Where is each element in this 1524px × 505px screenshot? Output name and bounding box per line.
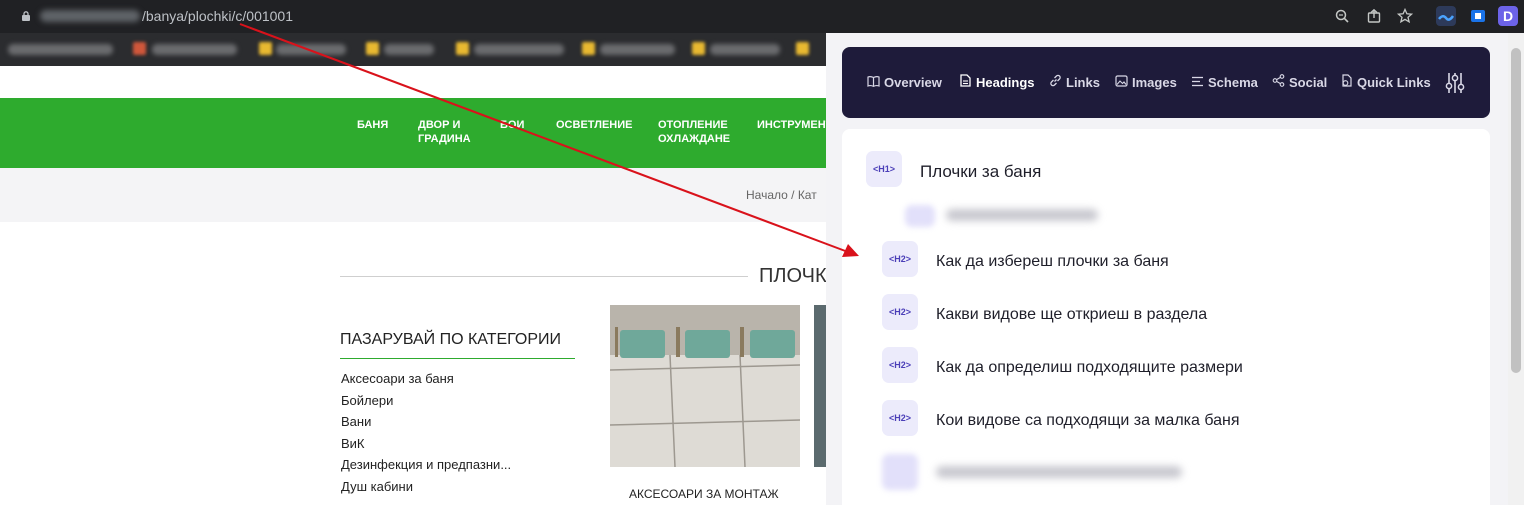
nav-item-dvor[interactable]: ДВОР И ГРАДИНА xyxy=(418,118,508,146)
scrollbar-thumb[interactable] xyxy=(1511,48,1521,373)
tab-label: Links xyxy=(1066,75,1100,90)
tab-label: Social xyxy=(1289,75,1328,90)
heading-tag-h1: <H1> xyxy=(866,151,902,187)
site-nav-bar: БАНЯ ДВОР И ГРАДИНА БОИ ОСВЕТЛЕНИЕ ОТОПЛ… xyxy=(0,98,826,168)
zoom-icon[interactable] xyxy=(1334,8,1350,24)
product-image[interactable] xyxy=(610,305,800,467)
browser-address-bar[interactable]: /banya/plochki/c/001001 D xyxy=(0,0,1524,33)
page-title: ПЛОЧК xyxy=(759,265,827,287)
heading-text-h2[interactable]: Кои видове са подходящи за малка баня xyxy=(936,412,1240,430)
heading-divider xyxy=(340,276,748,277)
image-icon xyxy=(1114,73,1128,93)
heading-tag-h2: <H2> xyxy=(882,400,918,436)
star-icon[interactable] xyxy=(1397,8,1413,24)
tab-headings[interactable]: Headings xyxy=(958,73,1035,93)
bookmark-icon xyxy=(133,42,146,55)
list-icon xyxy=(1190,73,1204,93)
product-name[interactable]: АКСЕСОАРИ ЗА МОНТАЖ xyxy=(629,487,779,501)
categories-list: Аксесоари за баня Бойлери Вани ВиК Дезин… xyxy=(341,371,511,500)
extension-wave-icon[interactable] xyxy=(1436,6,1456,26)
bookmark-blurred[interactable] xyxy=(276,44,346,55)
extension-blue-icon[interactable] xyxy=(1468,6,1488,26)
quick-links-icon xyxy=(1339,73,1353,93)
heading-tag-h2: <H2> xyxy=(882,347,918,383)
tab-label: Schema xyxy=(1208,75,1258,90)
bookmark-icon xyxy=(259,42,272,55)
heading-text-blurred[interactable] xyxy=(936,466,1182,478)
heading-tag-blurred xyxy=(882,454,918,490)
heading-tag-h2: <H2> xyxy=(882,294,918,330)
bookmark-blurred[interactable] xyxy=(152,44,237,55)
lock-icon xyxy=(22,11,30,21)
breadcrumb[interactable]: Начало / Кат xyxy=(746,188,817,202)
tab-images[interactable]: Images xyxy=(1114,73,1177,93)
category-item[interactable]: Душ кабини xyxy=(341,479,511,501)
bookmark-blurred[interactable] xyxy=(384,44,434,55)
bookmark-icon xyxy=(582,42,595,55)
tab-label: Headings xyxy=(976,75,1035,90)
share-nodes-icon xyxy=(1271,73,1285,93)
tab-social[interactable]: Social xyxy=(1271,73,1327,93)
bookmark-blurred[interactable] xyxy=(474,44,564,55)
categories-underline xyxy=(340,358,575,359)
tab-overview[interactable]: Overview xyxy=(866,73,942,93)
tab-label: Overview xyxy=(884,75,942,90)
category-item[interactable]: ВиК xyxy=(341,436,511,458)
heading-text-blurred[interactable] xyxy=(946,209,1098,221)
tab-label: Images xyxy=(1132,75,1177,90)
tab-label: Quick Links xyxy=(1357,75,1431,90)
heading-tag-blurred xyxy=(905,205,935,227)
nav-item-otoplenie[interactable]: ОТОПЛЕНИЕ ОХЛАЖДАНЕ xyxy=(658,118,748,146)
nav-item-instrument[interactable]: ИНСТРУМЕНТ xyxy=(757,118,826,132)
share-icon[interactable] xyxy=(1366,8,1382,24)
category-item[interactable]: Бойлери xyxy=(341,393,511,415)
url-domain-blurred xyxy=(40,10,140,22)
extension-detailed-icon[interactable]: D xyxy=(1498,6,1518,26)
category-item[interactable]: Вани xyxy=(341,414,511,436)
tab-links[interactable]: Links xyxy=(1048,73,1100,93)
bookmarks-bar xyxy=(0,33,826,66)
bookmark-icon xyxy=(692,42,705,55)
bookmark-blurred[interactable] xyxy=(600,44,675,55)
document-icon xyxy=(958,73,972,93)
bookmark-icon xyxy=(456,42,469,55)
url-path[interactable]: /banya/plochki/c/001001 xyxy=(142,8,293,24)
heading-text-h2[interactable]: Как да избереш плочки за баня xyxy=(936,253,1169,271)
breadcrumb-bar: Начало / Кат xyxy=(0,168,826,222)
heading-text-h1[interactable]: Плочки за баня xyxy=(920,162,1041,182)
categories-title: ПАЗАРУВАЙ ПО КАТЕГОРИИ xyxy=(340,331,562,348)
bookmark-blurred[interactable] xyxy=(710,44,780,55)
screenshot-root: /banya/plochki/c/001001 D БАНЯ ДВОР И ГР… xyxy=(0,0,1524,505)
tab-schema[interactable]: Schema xyxy=(1190,73,1258,93)
heading-text-h2[interactable]: Какви видове ще откриеш в раздела xyxy=(936,306,1207,324)
product-image[interactable] xyxy=(814,305,826,467)
category-item[interactable]: Дезинфекция и предпазни... xyxy=(341,457,511,479)
category-item[interactable]: Аксесоари за баня xyxy=(341,371,511,393)
bookmark-icon xyxy=(366,42,379,55)
link-icon xyxy=(1048,73,1062,93)
extension-tab-bar: Overview Headings Links Images Schema So xyxy=(842,47,1490,118)
bookmark-icon xyxy=(796,42,809,55)
tab-quick-links[interactable]: Quick Links xyxy=(1339,73,1431,93)
nav-item-osvetlenie[interactable]: ОСВЕТЛЕНИЕ xyxy=(556,118,646,132)
heading-tag-h2: <H2> xyxy=(882,241,918,277)
bookmark-blurred[interactable] xyxy=(8,44,113,55)
site-header xyxy=(0,66,826,98)
sliders-icon[interactable] xyxy=(1445,72,1465,94)
heading-text-h2[interactable]: Как да определиш подходящите размери xyxy=(936,359,1243,377)
book-icon xyxy=(866,73,880,93)
